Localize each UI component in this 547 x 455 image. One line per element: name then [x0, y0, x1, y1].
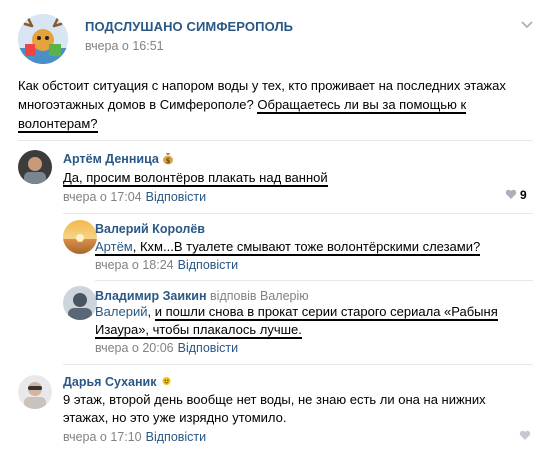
mention-link[interactable]: Валерий	[95, 304, 147, 319]
heart-icon	[505, 188, 517, 202]
comment-time[interactable]: вчера о 20:06	[95, 341, 174, 355]
comment-reply: Владимир Заикин відповів Валерію Валерий…	[63, 286, 533, 358]
comment-text-highlight: и пошли снова в прокат серии старого сер…	[154, 304, 498, 321]
money-bag-icon: $	[162, 152, 174, 166]
avatar[interactable]	[63, 220, 97, 254]
chevron-down-icon[interactable]	[520, 18, 534, 32]
comment-text-segment: ,	[147, 304, 155, 319]
comment-meta: вчера о 17:10 Відповісти	[63, 430, 206, 444]
post-text-line: Как обстоит ситуация с напором воды у те…	[18, 78, 506, 93]
comment-text: Валерий, и пошли снова в прокат серии ст…	[95, 303, 535, 339]
post-question-highlight: волонтерам?	[18, 116, 98, 133]
comment-divider	[63, 213, 533, 214]
comment-divider	[63, 364, 533, 365]
comment-author-name[interactable]: Дарья Суханик	[63, 375, 156, 389]
like-count: 9	[520, 188, 527, 202]
like-button[interactable]	[519, 429, 531, 443]
reply-to-label[interactable]: відповів Валерію	[210, 289, 309, 303]
comment-author-name[interactable]: Владимир Заикин	[95, 289, 207, 303]
comment-text-highlight: Изаура», чтобы плакалось лучше.	[95, 322, 302, 339]
comment-author[interactable]: Валерий Королёв	[95, 222, 205, 236]
avatar[interactable]	[18, 375, 52, 409]
comment-time[interactable]: вчера о 18:24	[95, 258, 174, 272]
svg-text:$: $	[166, 157, 171, 165]
comment-text-line: этажах, но это уже изрядно утомило.	[63, 410, 287, 425]
comment-text-line: Изаура», чтобы плакалось лучше.	[95, 321, 535, 339]
comment-text: 9 этаж, второй день вообще нет воды, не …	[63, 391, 523, 427]
comment-time[interactable]: вчера о 17:04	[63, 190, 142, 204]
reply-button[interactable]: Відповісти	[178, 341, 239, 355]
sun-icon	[160, 375, 173, 389]
group-avatar[interactable]	[18, 14, 68, 64]
comment-author: Владимир Заикин відповів Валерію	[95, 289, 309, 303]
reply-button[interactable]: Відповісти	[146, 430, 207, 444]
post-divider	[18, 140, 533, 141]
avatar[interactable]	[18, 150, 52, 184]
comment-text-highlight: Артём, Кхм...В туалете смывают тоже воло…	[95, 239, 481, 256]
comment-meta: вчера о 17:04 Відповісти	[63, 190, 206, 204]
comment: Дарья Суханик 9 этаж, второй день вообще…	[18, 375, 533, 447]
like-button[interactable]: 9	[505, 188, 527, 202]
avatar[interactable]	[63, 286, 97, 320]
comment-author[interactable]: Артём Денница $	[63, 152, 174, 166]
group-name[interactable]: ПОДСЛУШАНО СИМФЕРОПОЛЬ	[85, 19, 293, 34]
post-text: Как обстоит ситуация с напором воды у те…	[18, 76, 518, 133]
comment-text: Да, просим волонтёров плакать над ванной	[63, 169, 328, 187]
comment-author[interactable]: Дарья Суханик	[63, 375, 173, 389]
comment-text-highlight: Да, просим волонтёров плакать над ванной	[63, 170, 328, 187]
post-question-highlight: Обращаетесь ли вы за помощью к	[257, 97, 467, 114]
reply-button[interactable]: Відповісти	[178, 258, 239, 272]
comment: Артём Денница $ Да, просим волонтёров пл…	[18, 150, 533, 205]
post-text-segment: многоэтажных домов в Симферополе?	[18, 97, 258, 112]
comment-reply: Валерий Королёв Артём, Кхм...В туалете с…	[63, 220, 533, 275]
comment-meta: вчера о 20:06 Відповісти	[95, 341, 238, 355]
comment-text-line: 9 этаж, второй день вообще нет воды, не …	[63, 392, 486, 407]
post-header: ПОДСЛУШАНО СИМФЕРОПОЛЬ вчера о 16:51	[18, 14, 533, 64]
comment-divider	[95, 280, 533, 281]
comment-time[interactable]: вчера о 17:10	[63, 430, 142, 444]
comment-meta: вчера о 18:24 Відповісти	[95, 258, 238, 272]
comment-text: Артём, Кхм...В туалете смывают тоже воло…	[95, 238, 481, 256]
post-text-line: многоэтажных домов в Симферополе? Обраща…	[18, 95, 518, 114]
comment-text-line: Валерий, и пошли снова в прокат серии ст…	[95, 303, 535, 321]
post-time[interactable]: вчера о 16:51	[85, 39, 164, 53]
heart-icon	[519, 429, 531, 443]
comment-text-segment: , Кхм...В туалете смывают тоже волонтёрс…	[132, 239, 481, 254]
post-text-line: волонтерам?	[18, 114, 518, 133]
mention-link[interactable]: Артём	[95, 239, 133, 254]
reply-button[interactable]: Відповісти	[146, 190, 207, 204]
comment-author-name[interactable]: Артём Денница	[63, 152, 159, 166]
